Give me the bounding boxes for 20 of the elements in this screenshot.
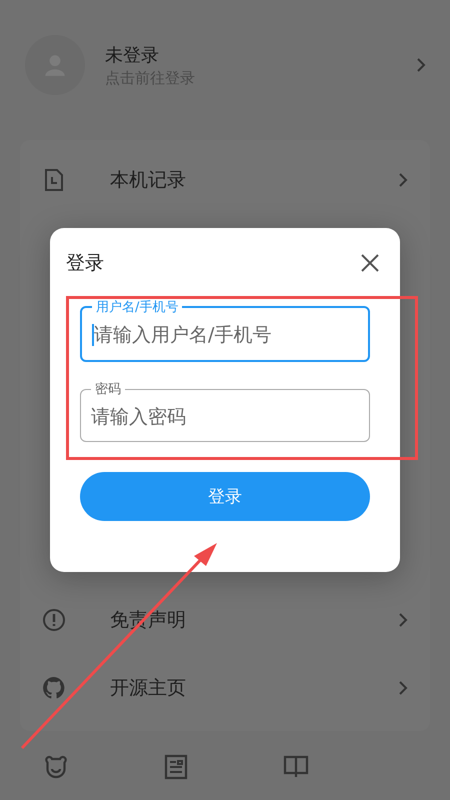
- article-icon[interactable]: [164, 754, 188, 780]
- user-name: 未登录: [105, 44, 160, 66]
- text-field[interactable]: 用户名/手机号 请输入用户名/手机号: [80, 298, 370, 362]
- bear-icon[interactable]: [43, 754, 69, 780]
- info-icon: [42, 608, 66, 632]
- login-button[interactable]: 登录: [80, 472, 370, 521]
- clock-file-icon: [42, 168, 66, 192]
- github-icon: [42, 676, 66, 700]
- text-field[interactable]: 密码 请输入密码: [80, 380, 370, 442]
- book-icon[interactable]: [283, 755, 309, 779]
- chevron-icon: [398, 172, 408, 188]
- menu-item[interactable]: 本机记录: [110, 167, 354, 193]
- input-field[interactable]: 请输入密码: [91, 406, 359, 428]
- dialog-title: 登录: [66, 251, 104, 276]
- menu-item[interactable]: 开源主页: [110, 675, 354, 701]
- chevron-icon: [416, 57, 426, 73]
- chevron-icon: [398, 612, 408, 628]
- close-icon: [360, 253, 380, 273]
- input-field[interactable]: 请输入用户名/手机号: [94, 324, 358, 346]
- chevron-icon: [398, 680, 408, 696]
